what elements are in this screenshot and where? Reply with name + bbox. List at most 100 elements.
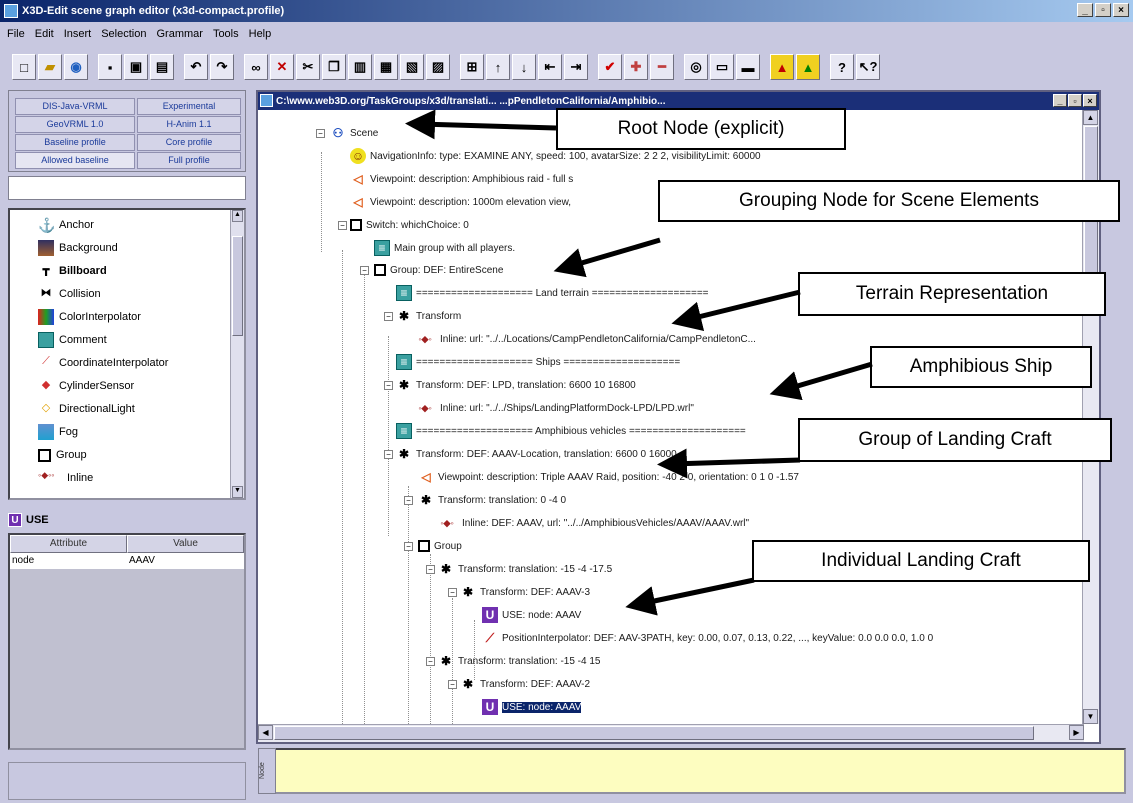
palette-item-group[interactable]: Group [38, 444, 87, 466]
expand-button[interactable]: ⊞ [460, 54, 484, 80]
palette-item-background[interactable]: Background [38, 237, 118, 259]
promote-button[interactable]: ⇤ [538, 54, 562, 80]
tab-dis-java-vrml[interactable]: DIS-Java-VRML [15, 98, 135, 115]
transform-aaav-location-expander[interactable]: − [384, 450, 393, 459]
transform-aaav3-expander[interactable]: − [448, 588, 457, 597]
scroll-down-icon[interactable]: ▼ [1083, 709, 1098, 724]
copy-button[interactable]: ❐ [322, 54, 346, 80]
tree-node-transform-aaav3[interactable]: ✱ Transform: DEF: AAAV-3 [460, 581, 590, 603]
tab-full-profile[interactable]: Full profile [137, 152, 241, 169]
minimize-button[interactable]: _ [1077, 3, 1093, 17]
palette-filter-input[interactable] [8, 176, 246, 200]
transform-craft3-expander[interactable]: − [426, 565, 435, 574]
tab-allowed-baseline[interactable]: Allowed baseline [15, 152, 135, 169]
scroll-down-icon[interactable]: ▼ [232, 486, 243, 498]
palette-item-comment[interactable]: Comment [38, 329, 107, 351]
save-as-button[interactable]: ▣ [124, 54, 148, 80]
tab-experimental[interactable]: Experimental [137, 98, 241, 115]
palette-item-billboard[interactable]: ┳ Billboard [38, 260, 107, 282]
undo-button[interactable]: ↶ [184, 54, 208, 80]
transform-lpd-expander[interactable]: − [384, 381, 393, 390]
close-button[interactable]: × [1113, 3, 1129, 17]
launch-browser-alt-button[interactable]: ▲ [796, 54, 820, 80]
tree-node-inline-lpd[interactable]: ◦◆◦ Inline: url: "../../Ships/LandingPlat… [414, 397, 694, 419]
attribute-value[interactable]: AAAV [127, 553, 244, 569]
palette-item-coordinateinterpolator[interactable]: ⟋ CoordinateInterpolator [38, 352, 168, 374]
tree-node-comment-amphibious[interactable]: ≡ ==================== Amphibious vehicle… [396, 420, 746, 442]
remove-button[interactable]: ━ [650, 54, 674, 80]
tree-node-transform-craft2-position[interactable]: ✱ Transform: translation: -15 -4 15 [438, 650, 601, 672]
scroll-up-icon[interactable]: ▲ [232, 210, 243, 222]
tree-node-viewpoint-triple[interactable]: ◁ Viewpoint: description: Triple AAAV Rai… [418, 466, 799, 488]
tree-maximize-button[interactable]: ▫ [1068, 94, 1082, 107]
tab-core-profile[interactable]: Core profile [137, 134, 241, 151]
add-button[interactable]: ✚ [624, 54, 648, 80]
paste-after-button[interactable]: ▨ [426, 54, 450, 80]
tree-node-transform-offset[interactable]: ✱ Transform: translation: 0 -4 0 [418, 489, 566, 511]
validate-button[interactable]: ✔ [598, 54, 622, 80]
menu-grammar[interactable]: Grammar [151, 28, 207, 40]
tree-node-transform-lpd[interactable]: ✱ Transform: DEF: LPD, translation: 6600 … [396, 374, 636, 396]
open-url-button[interactable]: ◉ [64, 54, 88, 80]
paste-button[interactable]: ▥ [348, 54, 372, 80]
tree-close-button[interactable]: × [1083, 94, 1097, 107]
tree-node-viewpoint-2[interactable]: ◁ Viewpoint: description: 1000m elevation… [350, 191, 571, 213]
palette-scroll-thumb[interactable] [232, 236, 243, 336]
tree-node-transform-aaav2[interactable]: ✱ Transform: DEF: AAAV-2 [460, 673, 590, 695]
tree-node-comment-land[interactable]: ≡ ==================== Land terrain =====… [396, 282, 709, 304]
tree-node-viewpoint-1[interactable]: ◁ Viewpoint: description: Amphibious raid… [350, 168, 573, 190]
move-down-button[interactable]: ↓ [512, 54, 536, 80]
paste-into-button[interactable]: ▧ [400, 54, 424, 80]
tree-node-comment-ships[interactable]: ≡ ==================== Ships ============… [396, 351, 680, 373]
tree-node-transform-aaav-location[interactable]: ✱ Transform: DEF: AAAV-Location, translat… [396, 443, 677, 465]
tree-node-positioninterpolator[interactable]: ⟋ PositionInterpolator: DEF: AAV-3PATH, k… [482, 627, 933, 649]
tree-node-comment-main[interactable]: ≡ Main group with all players. [374, 237, 515, 259]
cut-button[interactable]: ✂ [296, 54, 320, 80]
tab-geovrml[interactable]: GeoVRML 1.0 [15, 116, 135, 133]
scene-expander[interactable]: − [316, 129, 325, 138]
transform-craft2-expander[interactable]: − [426, 657, 435, 666]
move-up-button[interactable]: ↑ [486, 54, 510, 80]
group-expander[interactable]: − [360, 266, 369, 275]
message-area[interactable] [258, 748, 1126, 794]
tree-node-transform-craft3-position[interactable]: ✱ Transform: translation: -15 -4 -17.5 [438, 558, 612, 580]
redo-button[interactable]: ↷ [210, 54, 234, 80]
menu-selection[interactable]: Selection [96, 28, 151, 40]
print-button[interactable]: ▭ [710, 54, 734, 80]
group-craft-expander[interactable]: − [404, 542, 413, 551]
palette-scrollbar[interactable]: ▲ ▼ [230, 210, 244, 498]
menu-tools[interactable]: Tools [208, 28, 244, 40]
delete-button[interactable]: ✕ [270, 54, 294, 80]
tree-horizontal-thumb[interactable] [274, 726, 1034, 740]
scroll-up-icon[interactable]: ▲ [1083, 110, 1098, 125]
palette-item-fog[interactable]: Fog [38, 421, 78, 443]
transform-aaav2-expander[interactable]: − [448, 680, 457, 689]
tab-baseline-profile[interactable]: Baseline profile [15, 134, 135, 151]
value-column-header[interactable]: Value [127, 535, 244, 553]
tree-node-group-craft[interactable]: Group [418, 535, 462, 557]
tree-node-switch[interactable]: Switch: whichChoice: 0 [350, 214, 469, 236]
attribute-column-header[interactable]: Attribute [10, 535, 127, 553]
palette-item-cylindersensor[interactable]: ◆ CylinderSensor [38, 375, 134, 397]
tab-hanim[interactable]: H-Anim 1.1 [137, 116, 241, 133]
palette-item-anchor[interactable]: ⚓ Anchor [38, 214, 94, 236]
palette-item-colorinterpolator[interactable]: ColorInterpolator [38, 306, 141, 328]
view-button[interactable]: ◎ [684, 54, 708, 80]
menu-insert[interactable]: Insert [59, 28, 97, 40]
context-help-button[interactable]: ↖? [856, 54, 880, 80]
transform-expander[interactable]: − [384, 312, 393, 321]
palette-item-directionallight[interactable]: ◇ DirectionalLight [38, 398, 135, 420]
tree-node-inline-aaav[interactable]: ◦◆◦ Inline: DEF: AAAV, url: "../../Amphib… [436, 512, 749, 534]
table-row[interactable]: node AAAV [10, 553, 244, 569]
open-file-button[interactable]: ▰ [38, 54, 62, 80]
tree-node-group-entirescene[interactable]: Group: DEF: EntireScene [374, 259, 503, 281]
tree-minimize-button[interactable]: _ [1053, 94, 1067, 107]
launch-browser-button[interactable]: ▲ [770, 54, 794, 80]
help-button[interactable]: ? [830, 54, 854, 80]
palette-item-inline[interactable]: ◦◆◦◦ Inline [38, 467, 93, 489]
new-file-button[interactable]: □ [12, 54, 36, 80]
tree-node-transform-terrain[interactable]: ✱ Transform [396, 305, 461, 327]
find-button[interactable]: ∞ [244, 54, 268, 80]
menu-edit[interactable]: Edit [30, 28, 59, 40]
maximize-button[interactable]: ▫ [1095, 3, 1111, 17]
